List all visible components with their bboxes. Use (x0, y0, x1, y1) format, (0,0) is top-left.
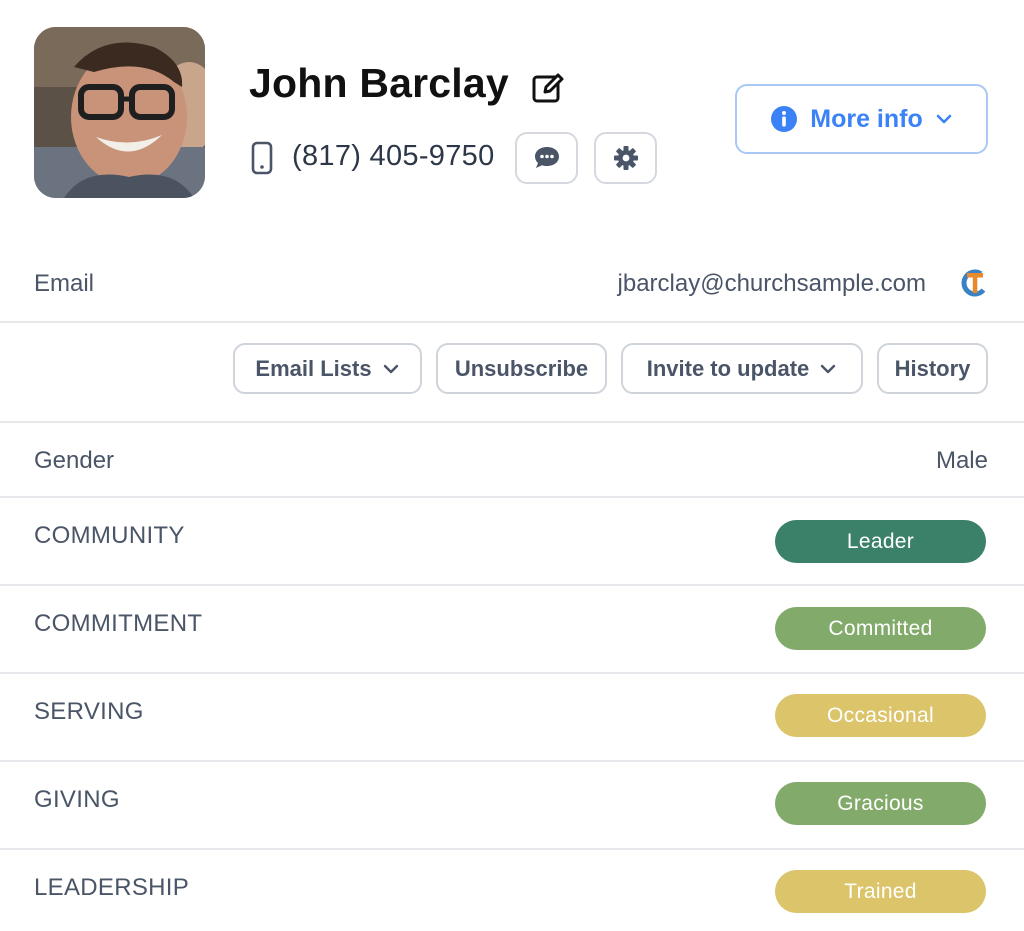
unsubscribe-button[interactable]: Unsubscribe (436, 343, 607, 394)
tc-logo-icon[interactable] (960, 268, 990, 298)
edit-icon[interactable] (531, 71, 565, 105)
invite-to-update-label: Invite to update (646, 355, 810, 381)
gender-row: Gender Male (0, 423, 1024, 498)
attribute-label: GIVING (34, 786, 120, 813)
email-label: Email (34, 270, 95, 297)
attribute-label: COMMUNITY (34, 522, 185, 549)
attribute-row-giving: GIVING Gracious (0, 762, 1024, 850)
attribute-badge: Committed (775, 607, 986, 650)
attribute-label: LEADERSHIP (34, 874, 190, 901)
avatar (34, 27, 205, 198)
gender-label: Gender (34, 447, 115, 474)
attribute-row-commitment: COMMITMENT Committed (0, 586, 1024, 674)
history-button[interactable]: History (877, 343, 988, 394)
chevron-down-icon (383, 364, 398, 373)
attribute-row-community: COMMUNITY Leader (0, 498, 1024, 586)
email-lists-label: Email Lists (255, 355, 372, 381)
attribute-row-leadership: LEADERSHIP Trained (0, 850, 1024, 931)
unsubscribe-label: Unsubscribe (454, 355, 589, 381)
invite-to-update-button[interactable]: Invite to update (621, 343, 863, 394)
chevron-down-icon (821, 364, 836, 373)
attribute-row-serving: SERVING Occasional (0, 674, 1024, 762)
chat-bubble-icon (534, 147, 559, 168)
mobile-phone-icon (251, 141, 273, 175)
attribute-badge: Gracious (775, 782, 986, 825)
profile-name: John Barclay (249, 60, 509, 106)
attribute-badge: Leader (775, 520, 986, 563)
gear-icon (613, 146, 638, 170)
attribute-label: COMMITMENT (34, 610, 203, 637)
email-row: Email jbarclay@churchsample.com (0, 244, 1024, 323)
attribute-badge: Trained (775, 870, 986, 913)
info-icon (771, 106, 798, 132)
attribute-label: SERVING (34, 698, 144, 725)
history-label: History (894, 355, 971, 381)
email-lists-button[interactable]: Email Lists (233, 343, 422, 394)
phone-number[interactable]: (817) 405-9750 (292, 140, 495, 173)
chevron-down-icon (936, 114, 952, 124)
gender-value: Male (935, 447, 988, 474)
attribute-badge: Occasional (775, 694, 986, 737)
settings-button[interactable] (594, 132, 657, 184)
more-info-label: More info (810, 104, 923, 133)
more-info-button[interactable]: More info (735, 84, 988, 154)
avatar-photo (34, 27, 205, 198)
email-value[interactable]: jbarclay@churchsample.com (618, 270, 926, 298)
message-button[interactable] (515, 132, 578, 184)
